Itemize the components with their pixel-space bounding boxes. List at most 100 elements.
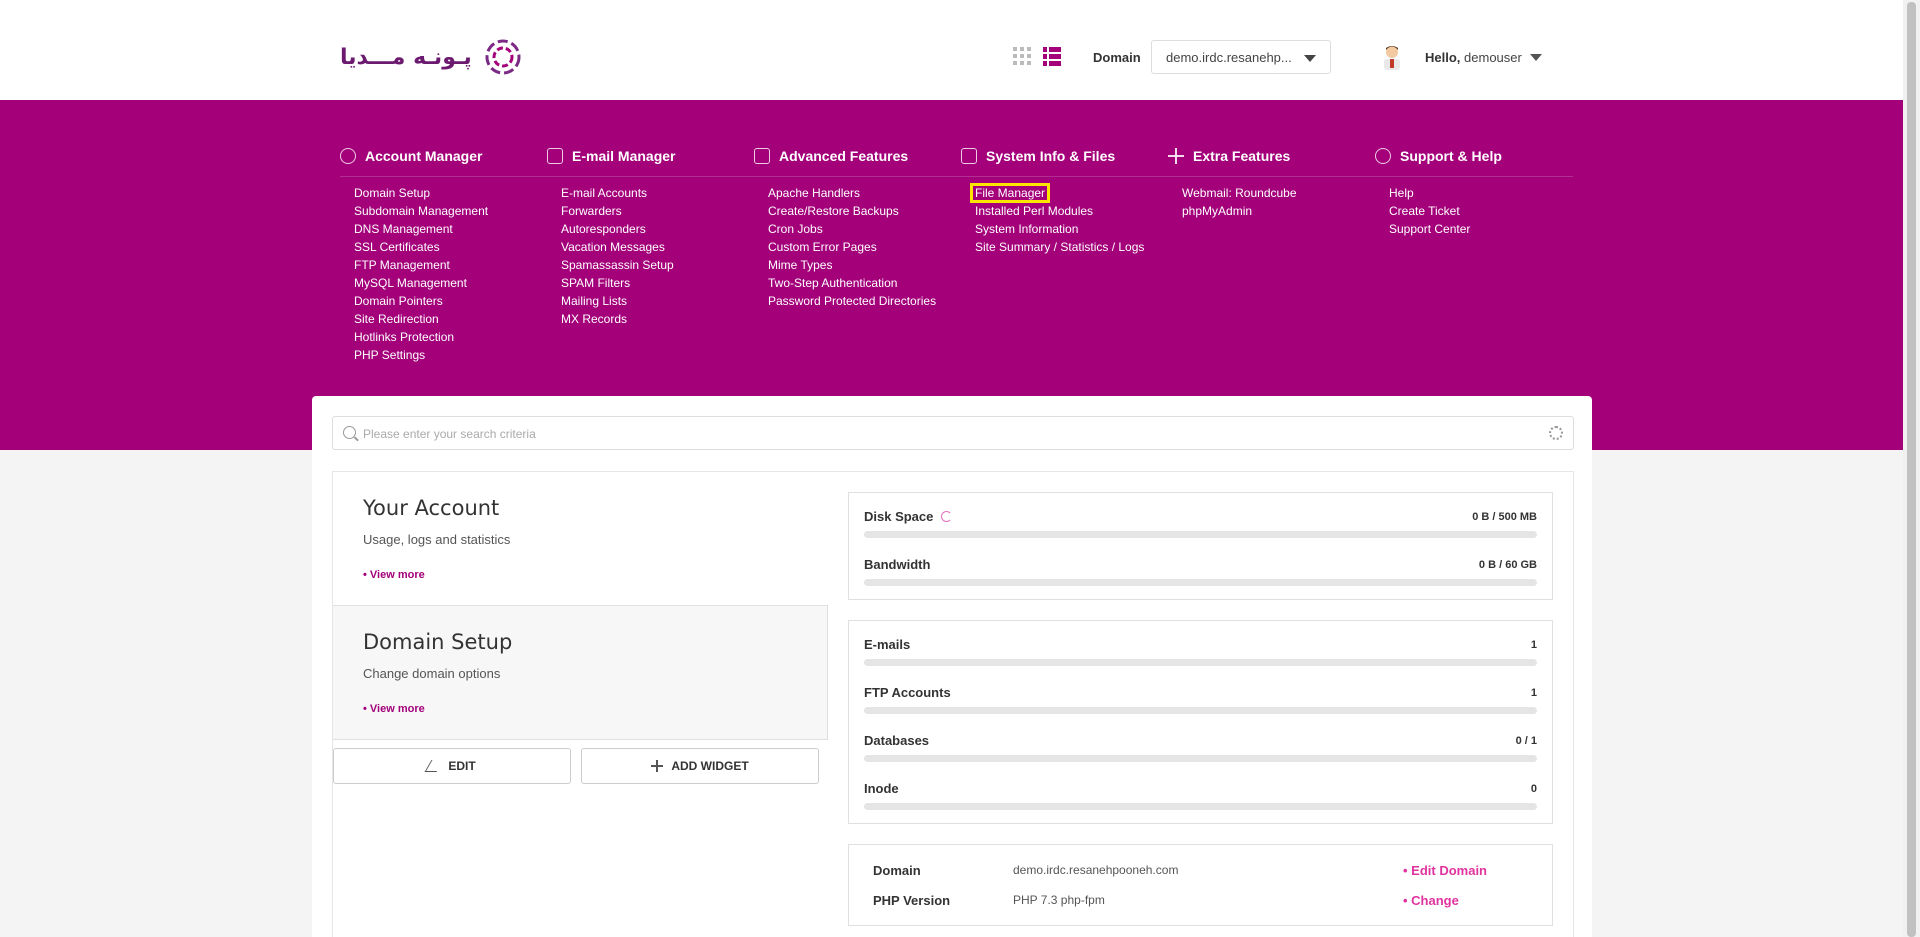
menu-link-help[interactable]: Help — [1389, 186, 1414, 200]
menu-link-forwarders[interactable]: Forwarders — [561, 204, 622, 218]
menu-link-vacation-messages[interactable]: Vacation Messages — [561, 240, 665, 254]
search-placeholder: Please enter your search criteria — [363, 427, 536, 441]
menu-link-support-center[interactable]: Support Center — [1389, 222, 1470, 236]
menu-item[interactable]: DNS Management — [354, 220, 488, 238]
menu-link-cron-jobs[interactable]: Cron Jobs — [768, 222, 823, 236]
menu-link-mailing-lists[interactable]: Mailing Lists — [561, 294, 627, 308]
menu-link-mx-records[interactable]: MX Records — [561, 312, 627, 326]
menu-link-create-restore-backups[interactable]: Create/Restore Backups — [768, 204, 899, 218]
menu-item[interactable]: Webmail: Roundcube — [1182, 184, 1297, 202]
menu-link-phpmyadmin[interactable]: phpMyAdmin — [1182, 204, 1252, 218]
menu-item[interactable]: Create/Restore Backups — [768, 202, 936, 220]
user-gear-icon — [340, 148, 356, 164]
menu-item[interactable]: phpMyAdmin — [1182, 202, 1297, 220]
stat-name: Databases — [864, 733, 930, 748]
menu-link-subdomain-management[interactable]: Subdomain Management — [354, 204, 488, 218]
menu-link-ftp-management[interactable]: FTP Management — [354, 258, 450, 272]
menu-item[interactable]: Help — [1389, 184, 1502, 202]
change-php-link[interactable]: • Change — [1403, 893, 1459, 908]
view-more-link[interactable]: • View more — [363, 569, 425, 581]
menu-link-webmail-roundcube[interactable]: Webmail: Roundcube — [1182, 186, 1297, 200]
menu-title: Account Manager — [365, 148, 483, 164]
menu-item[interactable]: Two-Step Authentication — [768, 274, 936, 292]
menu-link-file-manager[interactable]: File Manager — [969, 183, 1051, 203]
menu-item[interactable]: PHP Settings — [354, 346, 488, 364]
menu-link-dns-management[interactable]: DNS Management — [354, 222, 453, 236]
gear-icon[interactable] — [1549, 426, 1563, 440]
menu-item[interactable]: Autoresponders — [561, 220, 675, 238]
menu-item[interactable]: Domain Setup — [354, 184, 488, 202]
menu-item[interactable]: Site Redirection — [354, 310, 488, 328]
menu-link-domain-setup[interactable]: Domain Setup — [354, 186, 430, 200]
menu-link-custom-error-pages[interactable]: Custom Error Pages — [768, 240, 877, 254]
menu-link-system-information[interactable]: System Information — [975, 222, 1078, 236]
info-row-php-version: PHP Version PHP 7.3 php-fpm • Change — [873, 885, 1528, 915]
menu-item[interactable]: Create Ticket — [1389, 202, 1502, 220]
menu-link-spamassassin-setup[interactable]: Spamassassin Setup — [561, 258, 674, 272]
menu-link-two-step-authentication[interactable]: Two-Step Authentication — [768, 276, 897, 290]
menu-link-mysql-management[interactable]: MySQL Management — [354, 276, 467, 290]
menu-link-create-ticket[interactable]: Create Ticket — [1389, 204, 1460, 218]
menu-item[interactable]: Mailing Lists — [561, 292, 675, 310]
menu-head-advanced-features: Advanced Features — [754, 146, 936, 166]
scrollbar[interactable] — [1903, 0, 1920, 937]
search-input[interactable]: Please enter your search criteria — [332, 416, 1574, 450]
add-widget-button[interactable]: ADD WIDGET — [581, 748, 819, 784]
menu-item[interactable]: Support Center — [1389, 220, 1502, 238]
user-greeting[interactable]: Hello, demouser — [1425, 50, 1522, 65]
domain-info-box: Domain demo.irdc.resanehpooneh.com • Edi… — [848, 844, 1553, 926]
avatar[interactable] — [1381, 44, 1403, 70]
scrollbar-thumb[interactable] — [1907, 2, 1916, 937]
edit-domain-link[interactable]: • Edit Domain — [1403, 863, 1487, 878]
menu-item[interactable]: E-mail Accounts — [561, 184, 675, 202]
menu-link-site-summary[interactable]: Site Summary / Statistics / Logs — [975, 240, 1144, 254]
menu-link-domain-pointers[interactable]: Domain Pointers — [354, 294, 443, 308]
menu-link-hotlinks-protection[interactable]: Hotlinks Protection — [354, 330, 454, 344]
menu-link-email-accounts[interactable]: E-mail Accounts — [561, 186, 647, 200]
menu-link-ssl-certificates[interactable]: SSL Certificates — [354, 240, 440, 254]
menu-item[interactable]: SPAM Filters — [561, 274, 675, 292]
refresh-icon[interactable] — [941, 511, 953, 522]
menu-link-autoresponders[interactable]: Autoresponders — [561, 222, 646, 236]
menu-item[interactable]: Cron Jobs — [768, 220, 936, 238]
widget-your-account[interactable]: Your Account Usage, logs and statistics … — [333, 472, 828, 606]
menu-item[interactable]: Password Protected Directories — [768, 292, 936, 310]
menu-item[interactable]: MX Records — [561, 310, 675, 328]
menu-head-extra-features: Extra Features — [1168, 146, 1297, 166]
menu-link-spam-filters[interactable]: SPAM Filters — [561, 276, 630, 290]
edit-button[interactable]: EDIT — [333, 748, 571, 784]
menu-link-installed-perl-modules[interactable]: Installed Perl Modules — [975, 204, 1093, 218]
domain-select[interactable]: demo.irdc.resanehp... — [1151, 40, 1331, 74]
menu-item[interactable]: FTP Management — [354, 256, 488, 274]
logo-mark-icon — [485, 39, 521, 75]
menu-link-password-protected-directories[interactable]: Password Protected Directories — [768, 294, 936, 308]
menu-item[interactable]: Forwarders — [561, 202, 675, 220]
user-menu-chevron-icon[interactable] — [1530, 54, 1542, 61]
logo[interactable]: پـونـه مـــديا — [340, 36, 524, 78]
grid-view-icon[interactable] — [1013, 47, 1031, 65]
menu-item[interactable]: Site Summary / Statistics / Logs — [975, 238, 1144, 256]
list-view-icon[interactable] — [1043, 47, 1061, 66]
menu-item[interactable]: System Information — [975, 220, 1144, 238]
menu-link-apache-handlers[interactable]: Apache Handlers — [768, 186, 860, 200]
menu-item[interactable]: Custom Error Pages — [768, 238, 936, 256]
plus-icon — [1168, 148, 1184, 164]
menu-item[interactable]: Domain Pointers — [354, 292, 488, 310]
dashboard-card: Please enter your search criteria Your A… — [312, 396, 1592, 937]
widget-domain-setup[interactable]: Domain Setup Change domain options • Vie… — [333, 606, 828, 740]
menu-item[interactable]: Mime Types — [768, 256, 936, 274]
menu-item[interactable]: Installed Perl Modules — [975, 202, 1144, 220]
menu-item[interactable]: Hotlinks Protection — [354, 328, 488, 346]
menu-item[interactable]: Spamassassin Setup — [561, 256, 675, 274]
menu-item[interactable]: Subdomain Management — [354, 202, 488, 220]
menu-item[interactable]: File Manager — [969, 183, 1144, 203]
menu-item[interactable]: MySQL Management — [354, 274, 488, 292]
view-more-link[interactable]: • View more — [363, 703, 425, 715]
menu-item[interactable]: Apache Handlers — [768, 184, 936, 202]
menu-item[interactable]: Vacation Messages — [561, 238, 675, 256]
menu-link-mime-types[interactable]: Mime Types — [768, 258, 832, 272]
menu-item[interactable]: SSL Certificates — [354, 238, 488, 256]
menu-link-php-settings[interactable]: PHP Settings — [354, 348, 425, 362]
pencil-icon — [424, 760, 444, 772]
menu-link-site-redirection[interactable]: Site Redirection — [354, 312, 439, 326]
